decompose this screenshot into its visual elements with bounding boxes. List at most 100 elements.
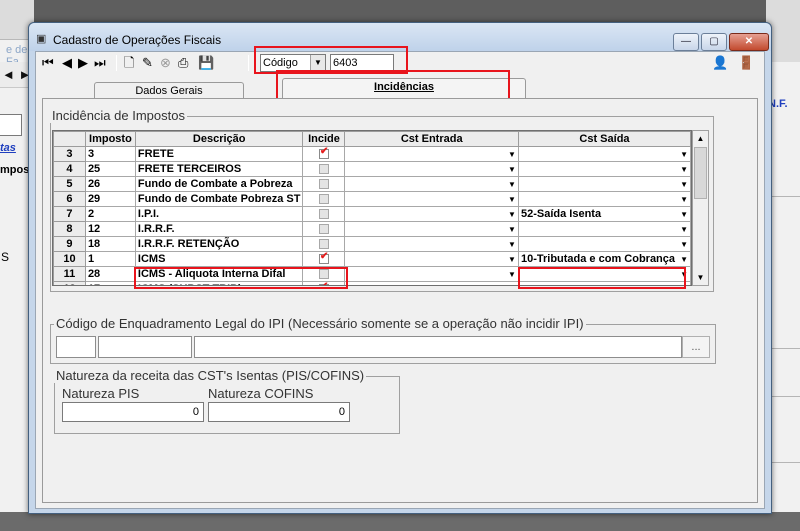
tax-description-cell[interactable]: Fundo de Combate a Pobreza: [134, 176, 304, 192]
tax-description-cell[interactable]: FRETE: [134, 146, 304, 162]
ipi-code-field-1[interactable]: [56, 336, 96, 358]
new-document-icon[interactable]: 🗋: [124, 55, 134, 71]
incide-cell[interactable]: [302, 206, 346, 222]
ipi-lookup-button[interactable]: ...: [682, 336, 710, 358]
table-row[interactable]: 4 25 FRETE TERCEIROS ▼ ▼: [53, 161, 691, 177]
natureza-cofins-input[interactable]: 0: [208, 402, 350, 422]
incide-cell[interactable]: [302, 176, 346, 192]
column-header[interactable]: Cst Saída: [517, 131, 691, 147]
ipi-description-field[interactable]: [194, 336, 682, 358]
tax-code-cell[interactable]: 29: [84, 191, 136, 207]
cst-saida-cell[interactable]: 52-Saída Isenta ▼: [517, 206, 691, 222]
save-icon[interactable]: 💾: [198, 55, 214, 71]
incide-checkbox[interactable]: [318, 179, 329, 190]
cst-entrada-cell[interactable]: ▼: [344, 161, 519, 177]
chevron-down-icon[interactable]: ▼: [508, 223, 516, 236]
chevron-down-icon[interactable]: ▼: [680, 178, 688, 191]
tax-description-cell[interactable]: FRETE TERCEIROS: [134, 161, 304, 177]
chevron-down-icon[interactable]: ▼: [680, 208, 688, 221]
cancel-icon[interactable]: ⊗: [160, 55, 171, 71]
chevron-down-icon[interactable]: ▼: [508, 193, 516, 206]
incide-cell[interactable]: [302, 251, 346, 267]
cst-saida-cell[interactable]: ▼: [517, 146, 691, 162]
tax-code-cell[interactable]: 28: [84, 266, 136, 282]
tax-description-cell[interactable]: I.R.R.F. RETENÇÃO: [134, 236, 304, 252]
tax-code-cell[interactable]: 17: [84, 281, 136, 285]
cst-entrada-cell[interactable]: ▼: [344, 266, 519, 282]
incide-checkbox[interactable]: [318, 239, 329, 250]
cst-saida-cell[interactable]: ▼: [517, 221, 691, 237]
incide-checkbox[interactable]: [318, 209, 329, 220]
scroll-down-icon[interactable]: ▼: [693, 270, 708, 285]
chevron-down-icon[interactable]: ▼: [508, 163, 516, 176]
background-nav-arrows[interactable]: ◄ ►: [2, 67, 31, 82]
tax-description-cell[interactable]: I.R.R.F.: [134, 221, 304, 237]
cst-saida-cell[interactable]: 10-Tributada e com Cobrança ▼: [517, 251, 691, 267]
chevron-down-icon[interactable]: ▼: [508, 268, 516, 281]
tax-code-cell[interactable]: 3: [84, 146, 136, 162]
cst-entrada-cell[interactable]: ▼: [344, 281, 519, 285]
chevron-down-icon[interactable]: ▼: [680, 193, 688, 206]
chevron-down-icon[interactable]: ▼: [508, 208, 516, 221]
chevron-down-icon[interactable]: ▼: [508, 178, 516, 191]
maximize-button[interactable]: ▢: [701, 33, 727, 51]
close-button[interactable]: ✕: [729, 33, 769, 51]
incide-cell[interactable]: [302, 221, 346, 237]
chevron-down-icon[interactable]: ▼: [680, 163, 688, 176]
incide-checkbox[interactable]: [318, 253, 329, 265]
cst-saida-cell[interactable]: ▼: [517, 236, 691, 252]
incide-checkbox[interactable]: [318, 224, 329, 235]
exit-door-icon[interactable]: 🚪: [738, 55, 754, 71]
tax-code-cell[interactable]: 25: [84, 161, 136, 177]
incide-checkbox[interactable]: [318, 194, 329, 205]
tax-description-cell[interactable]: Fundo de Combate Pobreza ST: [134, 191, 304, 207]
scroll-up-icon[interactable]: ▲: [693, 131, 708, 146]
first-record-icon[interactable]: ⏮: [42, 55, 54, 71]
column-header[interactable]: Cst Entrada: [344, 131, 519, 147]
background-field[interactable]: [0, 114, 22, 136]
column-header[interactable]: Descrição: [134, 131, 304, 147]
cst-entrada-cell[interactable]: ▼: [344, 191, 519, 207]
incide-checkbox[interactable]: [318, 148, 329, 160]
cst-entrada-cell[interactable]: ▼: [344, 236, 519, 252]
user-icon[interactable]: 👤: [712, 55, 728, 71]
grid-scrollbar[interactable]: ▲ ▼: [692, 130, 709, 286]
chevron-down-icon[interactable]: ▼: [680, 253, 688, 266]
next-record-icon[interactable]: ▶: [78, 55, 88, 71]
tax-description-cell[interactable]: ICMS: [134, 251, 304, 267]
cst-entrada-cell[interactable]: ▼: [344, 251, 519, 267]
chevron-down-icon[interactable]: ▼: [680, 148, 688, 161]
incide-cell[interactable]: [302, 161, 346, 177]
tax-code-cell[interactable]: 12: [84, 221, 136, 237]
natureza-pis-input[interactable]: 0: [62, 402, 204, 422]
table-row[interactable]: 101ICMS ▼ 10-Tributada e com Cobrança ▼: [53, 251, 691, 267]
cst-entrada-cell[interactable]: ▼: [344, 176, 519, 192]
chevron-down-icon[interactable]: ▼: [508, 238, 516, 251]
incide-cell[interactable]: [302, 191, 346, 207]
edit-icon[interactable]: ✎: [142, 55, 153, 71]
cst-saida-cell[interactable]: ▼: [517, 191, 691, 207]
background-link[interactable]: tas: [0, 142, 16, 154]
tax-code-cell[interactable]: 2: [84, 206, 136, 222]
chevron-down-icon[interactable]: ▼: [680, 238, 688, 251]
tax-code-cell[interactable]: 1: [84, 251, 136, 267]
last-record-icon[interactable]: ⏭: [94, 55, 106, 71]
incide-checkbox[interactable]: [318, 164, 329, 175]
table-row[interactable]: 7 2 I.P.I. ▼ 52-Saída Isenta ▼: [53, 206, 691, 222]
cst-entrada-cell[interactable]: ▼: [344, 221, 519, 237]
taxes-grid[interactable]: Imposto Descrição Incide Cst Entrada Cst…: [52, 130, 692, 286]
cst-saida-cell[interactable]: ▼: [517, 161, 691, 177]
table-row[interactable]: 33FRETE▼▼: [53, 146, 691, 162]
cst-entrada-cell[interactable]: ▼: [344, 146, 519, 162]
table-row[interactable]: 5 26 Fundo de Combate a Pobreza ▼ ▼: [53, 176, 691, 192]
cst-entrada-cell[interactable]: ▼: [344, 206, 519, 222]
previous-record-icon[interactable]: ◀: [62, 55, 72, 71]
tax-code-cell[interactable]: 26: [84, 176, 136, 192]
tax-description-cell[interactable]: I.P.I.: [134, 206, 304, 222]
print-icon[interactable]: ⎙: [178, 55, 188, 71]
column-header[interactable]: Imposto: [84, 131, 136, 147]
chevron-down-icon[interactable]: ▼: [680, 223, 688, 236]
incide-cell[interactable]: [302, 236, 346, 252]
table-row[interactable]: 6 29 Fundo de Combate Pobreza ST ▼ ▼: [53, 191, 691, 207]
ipi-code-field-2[interactable]: [98, 336, 192, 358]
